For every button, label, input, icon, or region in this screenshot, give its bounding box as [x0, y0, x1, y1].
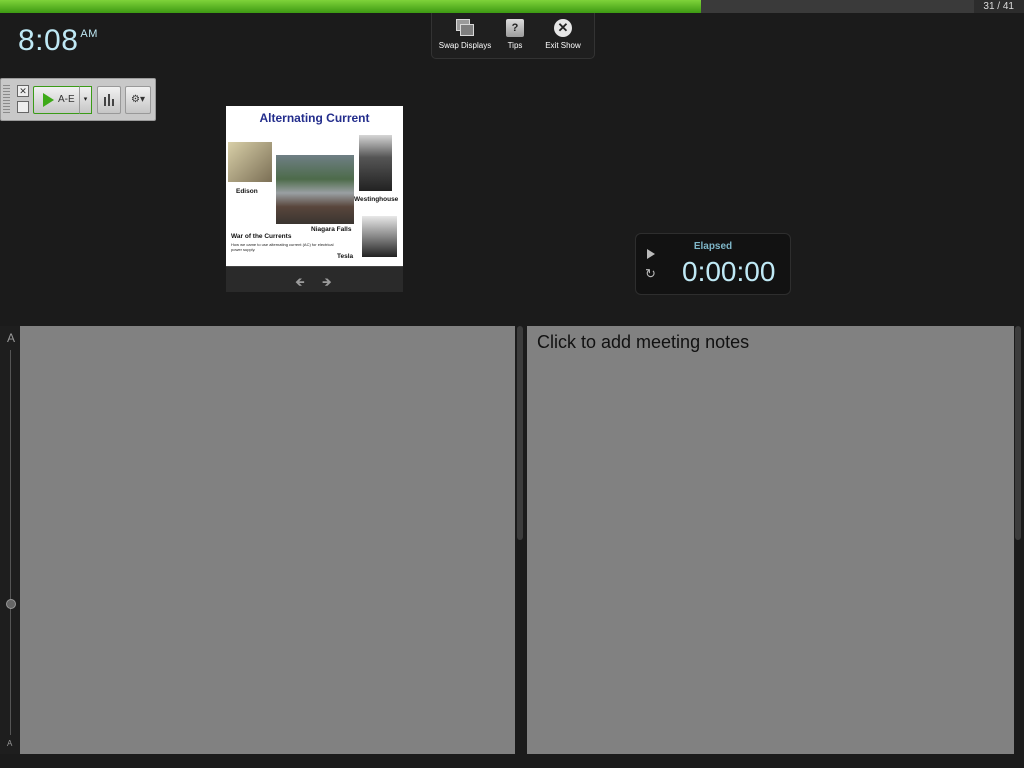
exit-show-button[interactable]: ✕ Exit Show: [536, 19, 590, 50]
font-size-large-label: A: [7, 331, 16, 345]
caption-westinghouse: Westinghouse: [354, 196, 399, 203]
slide-thumbnail: Alternating Current Edison Niagara Falls…: [226, 106, 403, 266]
current-slide-preview[interactable]: Alternating Current Edison Niagara Falls…: [226, 106, 403, 292]
play-dropdown-button[interactable]: ▾: [79, 86, 92, 114]
slider-knob[interactable]: [6, 599, 16, 609]
tips-icon: ?: [506, 19, 524, 37]
timer-value: 0:00:00: [682, 256, 776, 287]
caption-tesla: Tesla: [337, 253, 354, 260]
font-size-small-label: A: [7, 739, 13, 748]
slide-counter: 31 / 41: [983, 1, 1014, 12]
arrow-left-icon[interactable]: 🡸: [295, 273, 305, 294]
meeting-notes-pane[interactable]: Click to add meeting notes: [527, 326, 1014, 754]
tesla-photo: [362, 216, 397, 257]
palette-close-icon[interactable]: ✕: [17, 85, 29, 97]
elapsed-timer: Elapsed ↻ 0:00:00: [635, 233, 791, 295]
progress-remaining: [701, 0, 974, 13]
presenter-notes-pane[interactable]: [20, 326, 515, 754]
tips-label: Tips: [507, 41, 523, 50]
timer-label: Elapsed: [693, 241, 733, 252]
presenter-notes-scrollbar[interactable]: [517, 326, 523, 540]
exit-show-label: Exit Show: [545, 41, 581, 50]
progress-fill: [0, 0, 701, 13]
play-icon: [43, 93, 54, 107]
swap-displays-button[interactable]: Swap Displays: [438, 19, 492, 50]
arrow-right-icon[interactable]: 🡺: [322, 273, 332, 294]
chart-icon[interactable]: [97, 86, 121, 114]
play-audience-label: A-E: [58, 94, 75, 105]
reset-icon[interactable]: ↻: [645, 266, 656, 282]
slide-progress-bar: 31 / 41: [0, 0, 1024, 13]
caption-war-of-currents: War of the Currents: [231, 233, 292, 240]
edison-photo: [228, 142, 272, 182]
slide-title: Alternating Current: [259, 111, 370, 125]
caption-niagara: Niagara Falls: [311, 226, 352, 233]
slider-track: [10, 350, 11, 735]
tips-button[interactable]: ? Tips: [488, 19, 542, 50]
control-palette: ✕ A-E ▾ ⚙▾: [0, 78, 156, 121]
font-size-slider[interactable]: A A: [0, 326, 20, 754]
clock-time: 8:08: [18, 24, 79, 57]
drag-handle[interactable]: [3, 85, 10, 113]
caption-edison: Edison: [236, 188, 258, 195]
swap-displays-label: Swap Displays: [438, 41, 492, 50]
caption-subtext: How we came to use alternating current (…: [231, 242, 334, 252]
westinghouse-photo: [359, 135, 392, 191]
palette-document-icon[interactable]: [17, 101, 29, 113]
presenter-toolbar: Swap Displays ? Tips ✕ Exit Show: [431, 13, 595, 59]
gear-icon[interactable]: ⚙▾: [125, 86, 151, 114]
meeting-notes-scrollbar[interactable]: [1015, 326, 1021, 540]
timer-play-icon[interactable]: [647, 249, 655, 259]
niagara-falls-photo: [276, 155, 354, 224]
close-icon: ✕: [554, 19, 572, 37]
clock: 8:08 AM: [18, 24, 98, 58]
slide-nav-bar: 🡸 🡺: [226, 266, 403, 292]
meeting-notes-placeholder: Click to add meeting notes: [537, 332, 750, 352]
clock-ampm: AM: [80, 28, 98, 40]
swap-displays-icon: [456, 19, 474, 37]
